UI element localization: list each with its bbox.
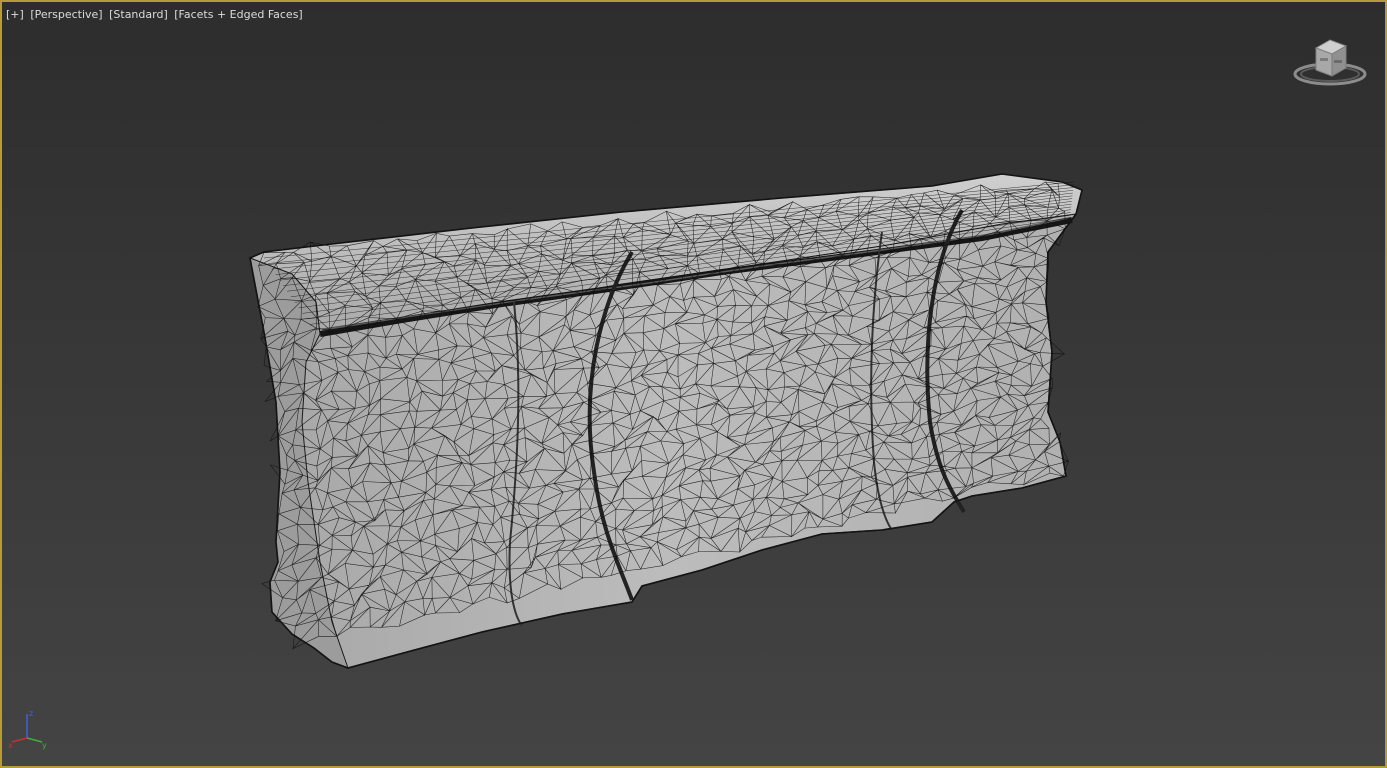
axis-z-label: z — [29, 709, 33, 718]
axis-tripod-icon: z x y — [6, 708, 56, 754]
axis-x-label: x — [8, 741, 13, 750]
perspective-viewport[interactable]: [+] [Perspective] [Standard] [Facets + E… — [0, 0, 1387, 768]
axis-y-label: y — [42, 741, 47, 750]
barrier-mesh-object[interactable] — [248, 173, 1083, 669]
viewcube-icon[interactable] — [1290, 36, 1370, 92]
scene-canvas[interactable] — [2, 2, 1385, 766]
